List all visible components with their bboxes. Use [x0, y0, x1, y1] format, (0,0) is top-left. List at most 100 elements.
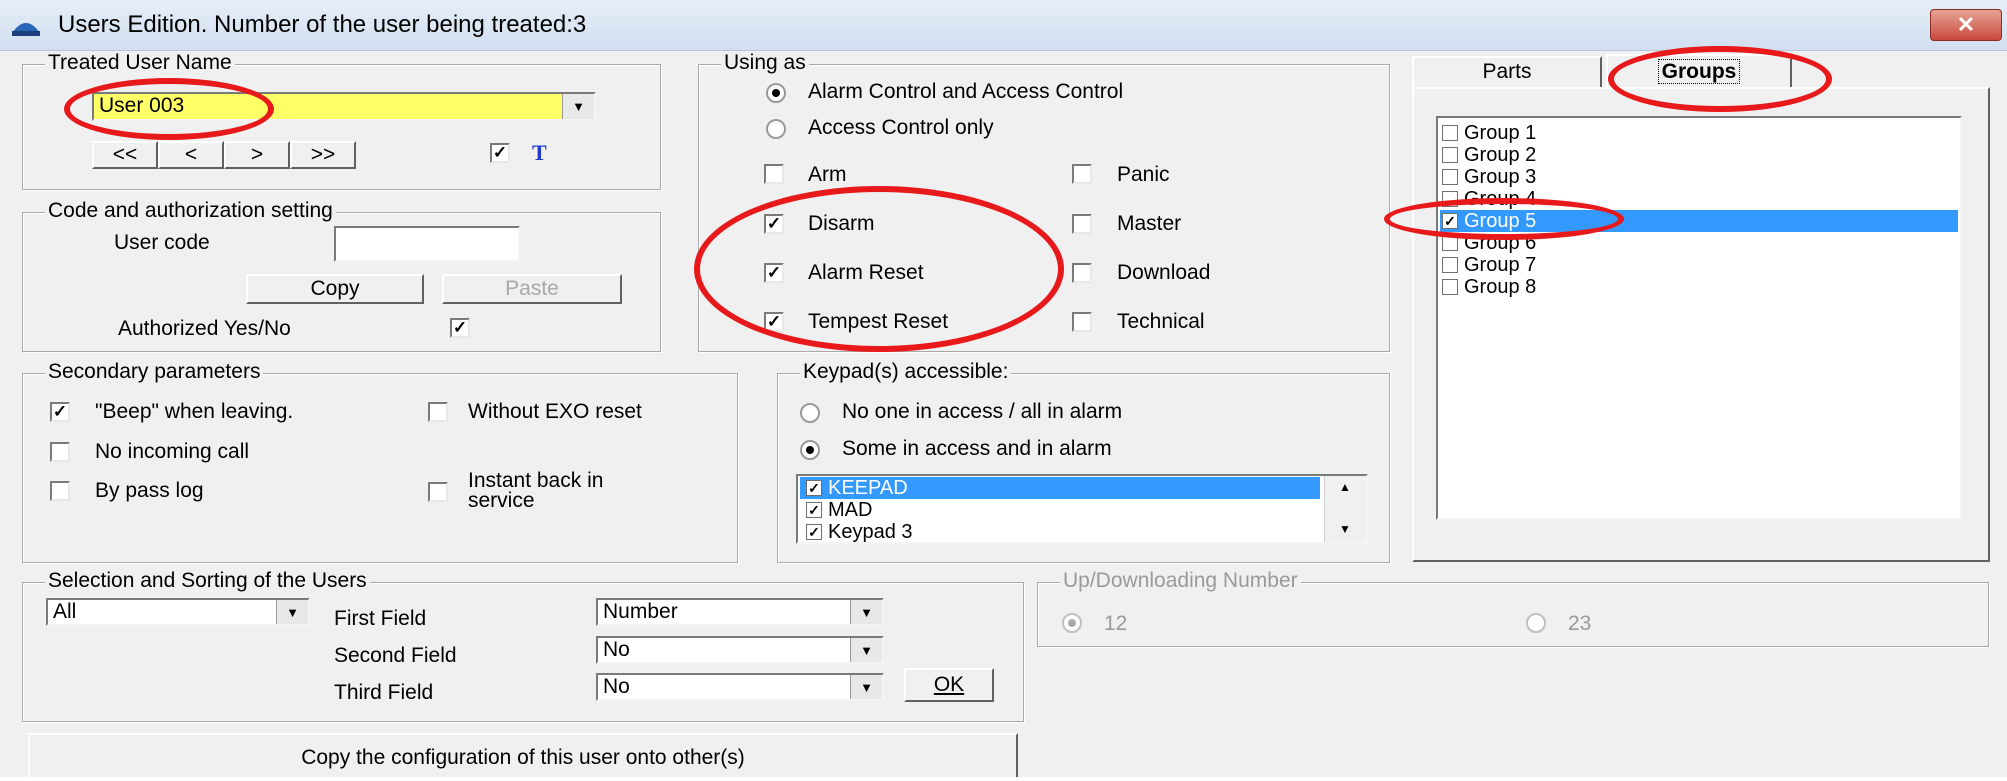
updownload-group-label: Up/Downloading Number	[1060, 569, 1301, 593]
first-field-value: Number	[603, 600, 678, 623]
users-edition-window: Users Edition. Number of the user being …	[0, 0, 2007, 777]
first-user-button[interactable]: <<	[92, 141, 158, 169]
scroll-up-arrow-icon[interactable]: ▲	[1339, 480, 1351, 494]
chevron-down-icon: ▼	[850, 600, 882, 624]
copy-configuration-button[interactable]: Copy the configuration of this user onto…	[28, 733, 1018, 777]
list-item-group-5[interactable]: ✓ Group 5	[1440, 210, 1958, 232]
next-user-button[interactable]: >	[224, 141, 290, 169]
third-field-value: No	[603, 675, 630, 698]
list-item-group-2[interactable]: Group 2	[1440, 144, 1958, 166]
radio-updownload-12[interactable]	[1062, 613, 1082, 633]
beep-checkbox[interactable]: ✓	[50, 402, 70, 422]
radio-updownload-12-label: 12	[1104, 612, 1128, 635]
previous-user-button[interactable]: <	[158, 141, 224, 169]
copy-button[interactable]: Copy	[246, 274, 424, 304]
without-exo-checkbox[interactable]	[428, 402, 448, 422]
code-auth-group-label: Code and authorization setting	[45, 199, 336, 223]
t-label: T	[532, 140, 547, 165]
chevron-down-icon: ▼	[562, 94, 594, 119]
keypads-list[interactable]: ✓ KEEPAD ✓ MAD ✓ Keypad 3 ▲ ▼	[796, 474, 1368, 544]
radio-some-in-access[interactable]	[800, 440, 820, 460]
master-label: Master	[1117, 212, 1182, 235]
master-checkbox[interactable]	[1072, 214, 1092, 234]
first-field-select[interactable]: Number ▼	[596, 598, 884, 626]
paste-button[interactable]: Paste	[442, 274, 622, 304]
tab-parts[interactable]: Parts	[1412, 56, 1602, 88]
window-title: Users Edition. Number of the user being …	[58, 11, 587, 38]
technical-label: Technical	[1117, 310, 1205, 333]
t-checkbox[interactable]: ✓	[490, 143, 510, 163]
last-user-button[interactable]: >>	[290, 141, 356, 169]
second-field-select[interactable]: No ▼	[596, 636, 884, 664]
authorized-checkbox[interactable]: ✓	[450, 318, 470, 338]
no-incoming-label: No incoming call	[95, 440, 250, 463]
tempest-reset-label: Tempest Reset	[808, 310, 949, 333]
download-checkbox[interactable]	[1072, 263, 1092, 283]
panic-checkbox[interactable]	[1072, 164, 1092, 184]
filter-select[interactable]: All ▼	[46, 598, 310, 626]
without-exo-label: Without EXO reset	[468, 400, 642, 423]
alarm-reset-checkbox[interactable]: ✓	[764, 263, 784, 283]
second-field-label: Second Field	[334, 644, 457, 667]
filter-select-value: All	[53, 600, 77, 623]
list-item-group-6[interactable]: Group 6	[1440, 232, 1958, 254]
instant-back-label-line2: service	[468, 489, 535, 512]
chevron-down-icon: ▼	[850, 638, 882, 662]
download-label: Download	[1117, 261, 1211, 284]
instant-back-checkbox[interactable]	[428, 482, 448, 502]
close-icon: ✕	[1956, 12, 1976, 37]
arm-label: Arm	[808, 163, 847, 186]
using-as-group: Using as	[698, 51, 1390, 352]
list-item-keepad[interactable]: ✓ KEEPAD	[800, 477, 1320, 499]
radio-no-one-in-access-label: No one in access / all in alarm	[842, 400, 1123, 423]
chevron-down-icon: ▼	[850, 675, 882, 699]
user-select[interactable]: User 003 ▼	[92, 92, 596, 121]
radio-access-only[interactable]	[766, 119, 786, 139]
radio-updownload-23[interactable]	[1526, 613, 1546, 633]
alarm-reset-label: Alarm Reset	[808, 261, 924, 284]
updownload-group: Up/Downloading Number	[1037, 569, 1989, 647]
beep-label: "Beep" when leaving.	[95, 400, 294, 423]
arm-checkbox[interactable]	[764, 164, 784, 184]
disarm-checkbox[interactable]: ✓	[764, 214, 784, 234]
radio-alarm-and-access[interactable]	[766, 83, 786, 103]
tab-groups[interactable]: Groups	[1606, 54, 1792, 88]
disarm-label: Disarm	[808, 212, 875, 235]
list-item-keypad-3[interactable]: ✓ Keypad 3	[800, 521, 1320, 542]
user-code-label: User code	[114, 231, 210, 254]
list-item-group-4[interactable]: Group 4	[1440, 188, 1958, 210]
list-item-group-7[interactable]: Group 7	[1440, 254, 1958, 276]
ok-button[interactable]: OK	[904, 668, 994, 702]
bypass-log-checkbox[interactable]	[50, 481, 70, 501]
bypass-log-label: By pass log	[95, 479, 204, 502]
selection-sorting-group-label: Selection and Sorting of the Users	[45, 569, 370, 593]
radio-some-in-access-label: Some in access and in alarm	[842, 437, 1112, 460]
radio-no-one-in-access[interactable]	[800, 403, 820, 423]
app-icon	[12, 23, 40, 36]
treated-user-group-label: Treated User Name	[45, 51, 235, 75]
list-item-group-1[interactable]: Group 1	[1440, 122, 1958, 144]
radio-updownload-23-label: 23	[1568, 612, 1592, 635]
keypads-group-label: Keypad(s) accessible:	[800, 360, 1012, 384]
second-field-value: No	[603, 638, 630, 661]
third-field-select[interactable]: No ▼	[596, 673, 884, 701]
no-incoming-checkbox[interactable]	[50, 442, 70, 462]
title-bar: Users Edition. Number of the user being …	[0, 0, 2007, 51]
tempest-reset-checkbox[interactable]: ✓	[764, 312, 784, 332]
groups-list[interactable]: Group 1 Group 2 Group 3 Group 4 ✓ Group 5…	[1436, 116, 1962, 520]
radio-alarm-and-access-label: Alarm Control and Access Control	[808, 80, 1124, 103]
chevron-down-icon: ▼	[276, 600, 308, 624]
keypads-scrollbar[interactable]: ▲ ▼	[1324, 476, 1366, 542]
close-button[interactable]: ✕	[1930, 9, 2002, 41]
technical-checkbox[interactable]	[1072, 312, 1092, 332]
using-as-group-label: Using as	[721, 51, 809, 75]
treated-user-group: Treated User Name	[22, 51, 661, 190]
first-field-label: First Field	[334, 607, 427, 630]
list-item-group-8[interactable]: Group 8	[1440, 276, 1958, 298]
panic-label: Panic	[1117, 163, 1170, 186]
secondary-group-label: Secondary parameters	[45, 360, 264, 384]
list-item-mad[interactable]: ✓ MAD	[800, 499, 1320, 521]
user-code-input[interactable]	[334, 226, 520, 262]
scroll-down-arrow-icon[interactable]: ▼	[1339, 522, 1351, 536]
list-item-group-3[interactable]: Group 3	[1440, 166, 1958, 188]
